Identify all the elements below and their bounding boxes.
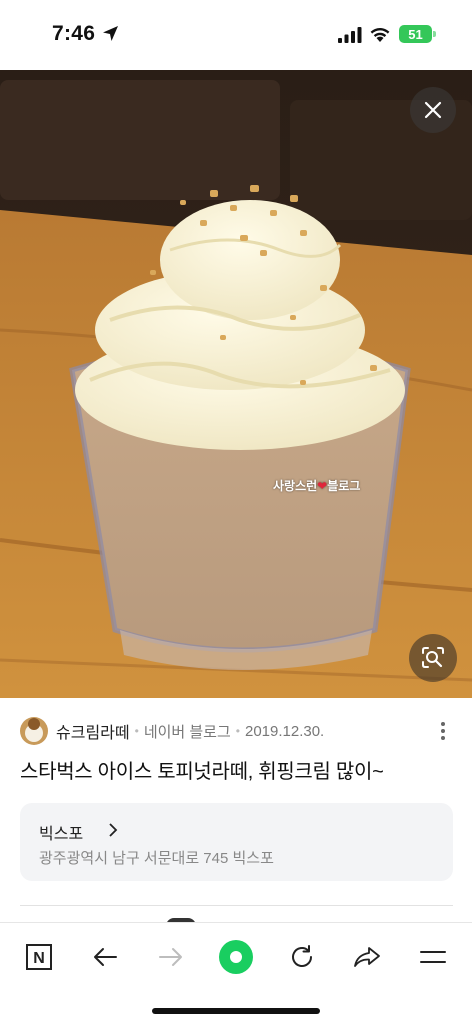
source-name[interactable]: 네이버 블로그 (144, 721, 231, 742)
image-search-icon (422, 647, 444, 668)
status-bar: 7:46 51 (0, 0, 472, 70)
naver-label: N (33, 950, 45, 967)
place-address: 광주광역시 남구 서문대로 745 빅스포 (39, 850, 274, 867)
battery-cap (433, 31, 436, 37)
latte-photo (0, 70, 472, 698)
menu-button[interactable] (411, 935, 455, 979)
forward-button[interactable] (149, 935, 193, 979)
separator-dot: • (235, 724, 240, 738)
share-arrow-icon (354, 947, 380, 967)
battery-indicator: 51 (399, 25, 432, 43)
watermark-text: 사랑스런 (273, 479, 318, 493)
arrow-right-icon (159, 948, 182, 966)
author-name[interactable]: 슈크림라떼 (56, 719, 130, 743)
post-photo[interactable] (0, 70, 472, 698)
chevron-right-icon (109, 823, 118, 837)
battery-level: 51 (408, 26, 423, 42)
avatar-image (20, 717, 48, 745)
naver-logo-icon: N (26, 944, 52, 970)
separator-dot: • (134, 724, 139, 738)
green-dot-icon (219, 940, 253, 974)
naver-home-button[interactable]: N (17, 935, 61, 979)
cellular-signal-icon (338, 27, 362, 43)
image-search-button[interactable] (409, 634, 457, 682)
wifi-icon (370, 27, 390, 42)
green-dot-button[interactable] (214, 935, 258, 979)
divider (20, 905, 453, 906)
home-indicator (152, 1008, 320, 1014)
post-meta: 슈크림라떼 • 네이버 블로그 • 2019.12.30. (20, 716, 452, 746)
status-time: 7:46 (52, 22, 96, 45)
watermark-suffix: 블로그 (327, 479, 361, 493)
share-button[interactable] (345, 935, 389, 979)
more-options-icon[interactable] (434, 720, 452, 742)
hamburger-menu-icon (420, 951, 446, 963)
refresh-icon (292, 945, 312, 967)
close-icon (424, 101, 442, 119)
heart-icon: ❤ (317, 479, 328, 493)
place-card[interactable]: 빅스포 광주광역시 남구 서문대로 745 빅스포 (20, 803, 453, 881)
arrow-left-icon (94, 948, 117, 966)
post-date: 2019.12.30. (244, 722, 325, 740)
refresh-button[interactable] (280, 935, 324, 979)
back-button[interactable] (83, 935, 127, 979)
close-button[interactable] (410, 87, 456, 133)
location-arrow-icon (103, 26, 118, 41)
place-name: 빅스포 (39, 826, 84, 843)
author-avatar[interactable] (20, 717, 48, 745)
photo-watermark: 사랑스런❤블로그 (273, 477, 360, 494)
post-title[interactable]: 스타벅스 아이스 토피넛라떼, 휘핑크림 많이~ (20, 755, 384, 784)
